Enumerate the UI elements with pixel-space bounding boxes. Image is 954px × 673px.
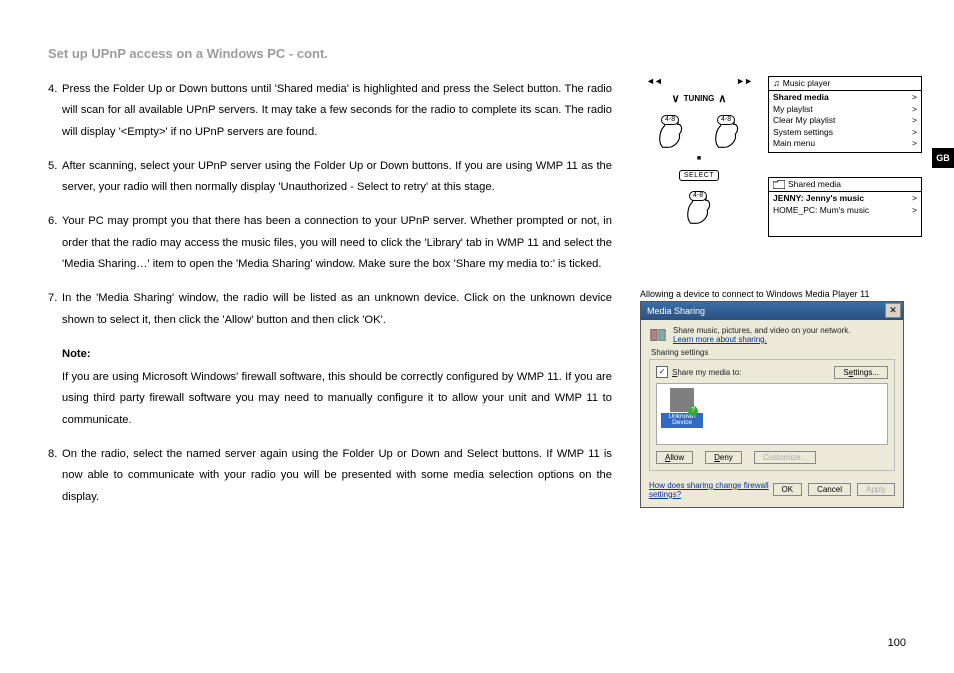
- firewall-help-link[interactable]: How does sharing change firewall setting…: [649, 481, 773, 499]
- learn-more-link[interactable]: Learn more about sharing.: [673, 335, 850, 344]
- unknown-device-item[interactable]: Unknown Device: [661, 388, 703, 428]
- dialog-title: Media Sharing: [647, 306, 705, 316]
- menu1-row-shared-media: Shared media: [773, 92, 829, 103]
- menu-music-player: ♫ Music player Shared media> My playlist…: [768, 76, 922, 153]
- tuning-figure: ◄◄ ►► ∨ TUNING ∧ 4-8 4-8: [640, 76, 758, 225]
- page-number: 100: [888, 637, 906, 649]
- hand-right-icon: 4-8: [710, 111, 744, 149]
- allow-button[interactable]: Allow: [656, 451, 693, 464]
- hand-select-icon: 4-8: [682, 187, 716, 225]
- menu2-row-jenny: JENNY: Jenny's music: [773, 193, 864, 204]
- menu-shared-media: Shared media JENNY: Jenny's music> HOME_…: [768, 177, 922, 237]
- share-media-checkbox[interactable]: ✓: [656, 366, 668, 378]
- ok-button[interactable]: OK: [773, 483, 803, 496]
- note-text: If you are using Microsoft Windows' fire…: [62, 367, 612, 431]
- menu1-row: My playlist: [773, 104, 813, 115]
- ffwd-icon: ►►: [736, 76, 752, 86]
- sharing-info-icon: [649, 326, 667, 344]
- text-column: Set up UPnP access on a Windows PC - con…: [48, 46, 612, 521]
- hand-left-icon: 4-8: [654, 111, 688, 149]
- apply-button[interactable]: Apply: [857, 483, 895, 496]
- menu1-row: System settings: [773, 127, 833, 138]
- media-sharing-dialog: Media Sharing ✕ Share music, pictures, a…: [640, 301, 904, 508]
- tuning-label: TUNING: [684, 94, 715, 103]
- step-6: 6. Your PC may prompt you that there has…: [48, 211, 612, 275]
- page-title: Set up UPnP access on a Windows PC - con…: [48, 46, 612, 61]
- chevron-down-icon: ∨: [672, 92, 680, 105]
- note-label: Note:: [62, 344, 612, 365]
- customize-button[interactable]: Customize...: [754, 451, 816, 464]
- menu2-row: HOME_PC: Mum's music: [773, 205, 869, 216]
- menu1-row: Main menu: [773, 138, 815, 149]
- language-tab: GB: [932, 148, 954, 168]
- fieldset-label: Sharing settings: [649, 348, 895, 357]
- chevron-up-icon: ∧: [718, 92, 726, 105]
- folder-icon: [773, 180, 785, 189]
- menu1-row: Clear My playlist: [773, 115, 835, 126]
- step-7: 7. In the 'Media Sharing' window, the ra…: [48, 288, 612, 331]
- unknown-device-icon: [670, 388, 694, 412]
- step-4: 4. Press the Folder Up or Down buttons u…: [48, 79, 612, 143]
- deny-button[interactable]: Deny: [705, 451, 742, 464]
- note-block: Note: If you are using Microsoft Windows…: [62, 344, 612, 431]
- close-icon[interactable]: ✕: [885, 303, 901, 318]
- select-button-label: SELECT: [679, 170, 719, 181]
- music-note-icon: ♫: [773, 79, 780, 88]
- dialog-info-line: Share music, pictures, and video on your…: [673, 326, 850, 335]
- stop-icon: ■: [697, 155, 701, 162]
- cancel-button[interactable]: Cancel: [808, 483, 851, 496]
- device-list: Unknown Device: [656, 383, 888, 445]
- settings-button[interactable]: Settings...: [834, 366, 888, 379]
- share-media-label: Share my media to:: [672, 368, 741, 377]
- step-5: 5. After scanning, select your UPnP serv…: [48, 156, 612, 199]
- step-8: 8. On the radio, select the named server…: [48, 444, 612, 508]
- rewind-icon: ◄◄: [646, 76, 662, 86]
- dialog-caption: Allowing a device to connect to Windows …: [640, 289, 922, 299]
